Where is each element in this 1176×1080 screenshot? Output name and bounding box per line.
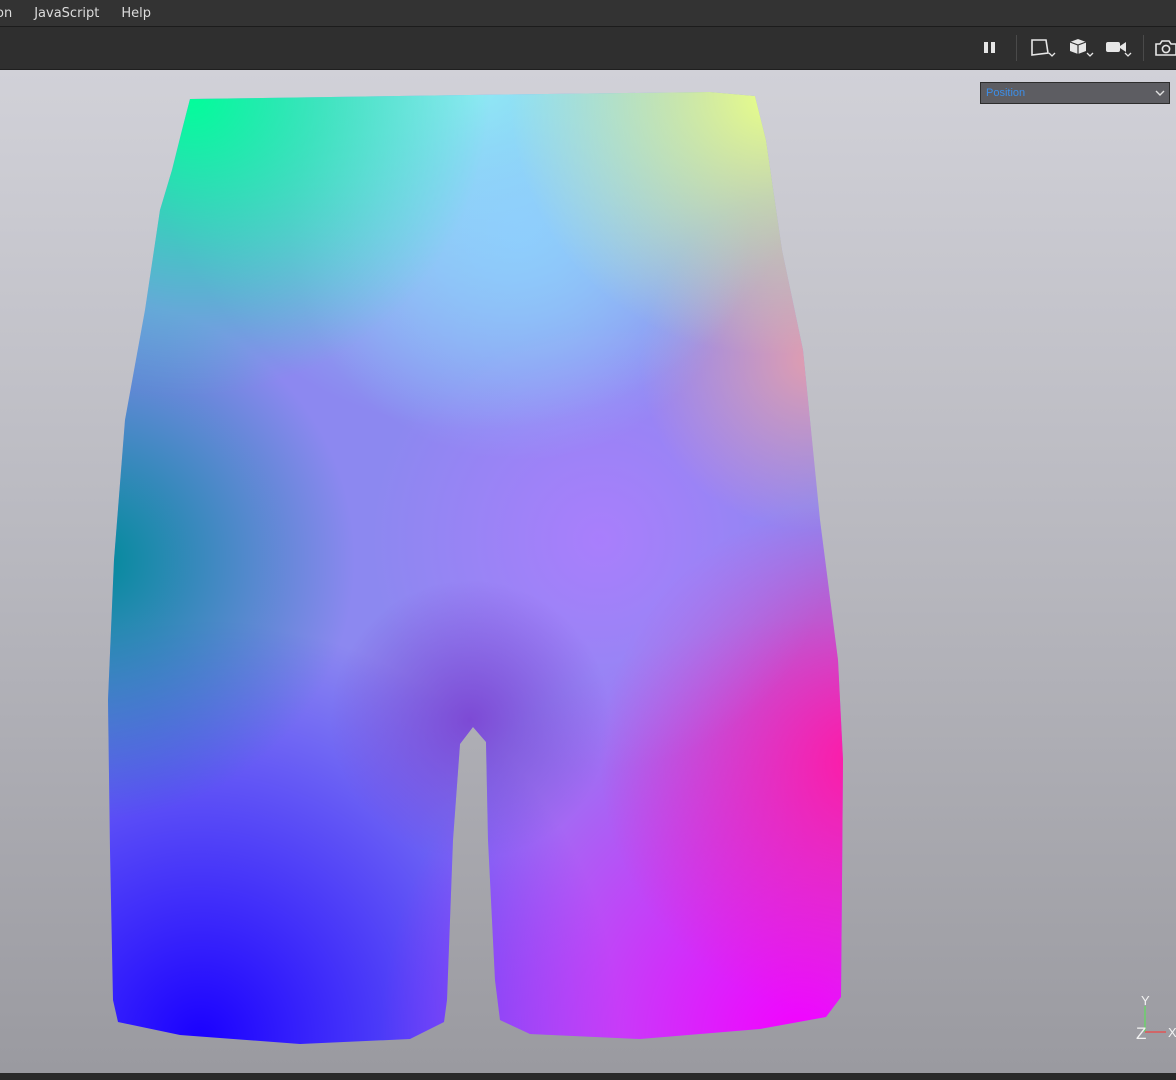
3d-viewport[interactable]: Position Y Z X — [0, 70, 1176, 1073]
pause-icon[interactable] — [980, 37, 1000, 59]
x-axis-label: X — [1168, 1025, 1176, 1040]
shading-mode-value: Position — [986, 87, 1026, 99]
menu-bar: on JavaScript Help — [0, 0, 1176, 27]
chevron-down-icon — [1155, 90, 1165, 96]
menu-item-javascript[interactable]: JavaScript — [23, 6, 110, 21]
toolbar-divider — [1143, 35, 1144, 61]
cube-view-icon[interactable] — [1066, 37, 1098, 59]
status-bar — [0, 1073, 1176, 1080]
z-axis-label: Z — [1136, 1024, 1146, 1043]
shorts-mesh-model[interactable] — [0, 70, 1176, 1073]
camera-video-icon[interactable] — [1103, 37, 1137, 59]
axis-gizmo: Y Z X — [1136, 993, 1176, 1043]
viewport-toolbar — [0, 27, 1176, 70]
y-axis-label: Y — [1141, 993, 1150, 1008]
shading-mode-dropdown[interactable]: Position — [980, 82, 1170, 104]
menu-item-simulation[interactable]: on — [0, 6, 23, 21]
menu-item-help[interactable]: Help — [110, 6, 162, 21]
screenshot-camera-icon[interactable] — [1153, 37, 1176, 59]
toolbar-divider — [1016, 35, 1017, 61]
frame-view-icon[interactable] — [1028, 37, 1060, 59]
